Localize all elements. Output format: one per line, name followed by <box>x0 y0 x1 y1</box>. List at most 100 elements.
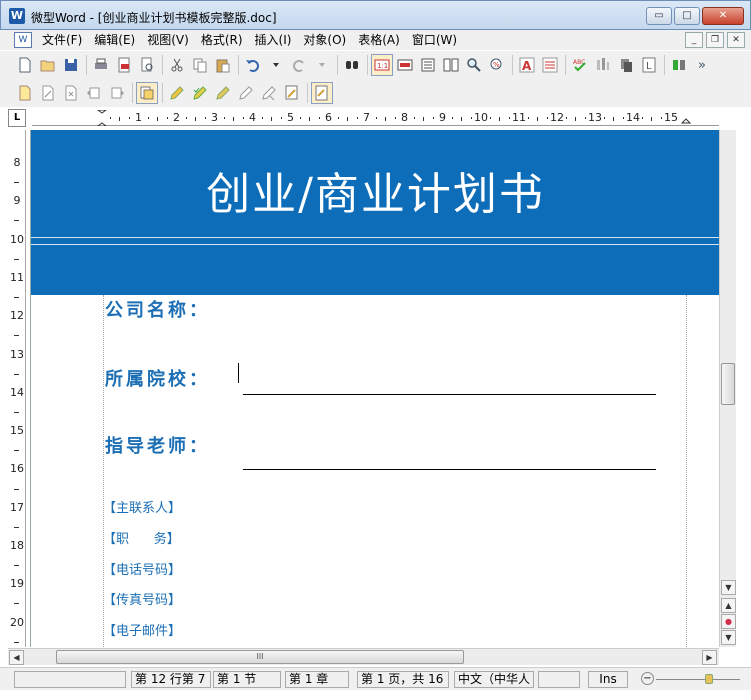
status-line-col: 第 12 行第 7 <box>131 671 211 688</box>
horizontal-ruler[interactable]: 1 2 3 4 5 6 7 8 9 10 11 12 13 14 15 <box>32 110 719 126</box>
vertical-ruler-tick <box>14 565 19 567</box>
ruler-tick <box>423 117 424 121</box>
vertical-ruler-tick <box>14 450 19 452</box>
new-icon[interactable] <box>14 54 36 76</box>
status-insert-mode[interactable]: Ins <box>588 671 628 688</box>
next-note-icon[interactable] <box>106 82 128 104</box>
toolbar-overflow-button[interactable]: » <box>691 54 713 76</box>
zoom-icon[interactable] <box>463 54 485 76</box>
previous-page-button[interactable]: ▲ <box>721 598 736 613</box>
border-icon[interactable]: L <box>638 54 660 76</box>
ruler-tick <box>622 117 624 119</box>
menu-edit[interactable]: 编辑(E) <box>88 30 141 50</box>
page-view-icon[interactable] <box>394 54 416 76</box>
annotate-icon[interactable] <box>14 82 36 104</box>
vertical-ruler[interactable]: 8 9 10 11 12 13 14 15 16 17 18 19 20 <box>8 130 26 647</box>
tab-stop-selector[interactable]: L <box>8 109 26 127</box>
reject-all-icon[interactable] <box>235 82 257 104</box>
shading-icon[interactable] <box>615 54 637 76</box>
ruler-tick <box>584 117 586 119</box>
minimize-button[interactable]: ▭ <box>646 7 672 25</box>
vertical-ruler-tick <box>14 641 19 643</box>
reject-icon[interactable] <box>212 82 234 104</box>
print-icon[interactable] <box>90 54 112 76</box>
svg-text:A: A <box>522 59 532 73</box>
browse-object-button[interactable]: ● <box>721 614 736 629</box>
horizontal-scrollbar[interactable]: ◀ III ▶ <box>8 648 719 665</box>
copy-icon[interactable] <box>189 54 211 76</box>
two-page-icon[interactable] <box>440 54 462 76</box>
next-page-button[interactable]: ▼ <box>721 630 736 645</box>
ruler-tick <box>546 117 548 119</box>
scroll-left-button[interactable]: ◀ <box>9 650 24 665</box>
scroll-down-button[interactable]: ▼ <box>721 580 736 595</box>
ruler-tick <box>271 117 272 121</box>
cut-icon[interactable] <box>166 54 188 76</box>
review-pane-icon[interactable] <box>281 82 303 104</box>
paragraph-icon[interactable] <box>539 54 561 76</box>
accept-icon[interactable] <box>166 82 188 104</box>
menu-object[interactable]: 对象(O) <box>297 30 352 50</box>
document-canvas[interactable]: 创业/商业计划书 公司名称： 所属院校： 指导老师： 【主联系人】 【职 务】 … <box>30 130 719 647</box>
svg-text:%: % <box>493 61 500 69</box>
review-toolbar <box>0 79 751 107</box>
menu-window[interactable]: 窗口(W) <box>406 30 463 50</box>
school-underline[interactable] <box>243 394 656 395</box>
zoom-slider[interactable] <box>656 679 740 680</box>
font-icon[interactable]: A <box>516 54 538 76</box>
status-section: 第 1 节 <box>213 671 281 688</box>
undo-icon[interactable] <box>242 54 264 76</box>
undo-dropdown-icon[interactable] <box>265 54 287 76</box>
review-icon[interactable] <box>258 82 280 104</box>
outline-icon[interactable] <box>417 54 439 76</box>
ruler-tick <box>109 117 111 119</box>
menu-format[interactable]: 格式(R) <box>195 30 249 50</box>
pdf-icon[interactable] <box>113 54 135 76</box>
prev-note-icon[interactable] <box>83 82 105 104</box>
separator <box>132 83 133 103</box>
vertical-ruler-tick <box>14 603 19 605</box>
close-button[interactable]: ✕ <box>702 7 744 25</box>
track-changes-icon[interactable] <box>136 82 158 104</box>
find-icon[interactable] <box>341 54 363 76</box>
zoom-slider-thumb[interactable] <box>705 674 713 684</box>
horizontal-scroll-thumb[interactable]: III <box>56 650 464 664</box>
vertical-scroll-thumb[interactable] <box>721 363 735 405</box>
document-map-icon[interactable] <box>311 82 333 104</box>
zoom-custom-icon[interactable]: % <box>486 54 508 76</box>
print-preview-icon[interactable] <box>136 54 158 76</box>
zoom-page-icon[interactable]: 1:1 <box>371 54 393 76</box>
edit-note-icon[interactable] <box>37 82 59 104</box>
menu-table[interactable]: 表格(A) <box>352 30 406 50</box>
vertical-scrollbar[interactable]: ▼ ▲ ● ▼ <box>719 130 736 647</box>
save-icon[interactable] <box>60 54 82 76</box>
spellcheck-icon[interactable]: ABC <box>569 54 591 76</box>
accept-all-icon[interactable] <box>189 82 211 104</box>
ruler-tick <box>309 117 310 121</box>
zoom-out-button[interactable]: − <box>641 672 654 685</box>
vertical-ruler-number: 19 <box>10 577 24 591</box>
redo-icon[interactable] <box>288 54 310 76</box>
advisor-underline[interactable] <box>243 469 656 470</box>
delete-note-icon[interactable] <box>60 82 82 104</box>
doc-close-button[interactable]: ✕ <box>727 32 745 48</box>
open-icon[interactable] <box>37 54 59 76</box>
menu-view[interactable]: 视图(V) <box>141 30 195 50</box>
menu-insert[interactable]: 插入(I) <box>249 30 298 50</box>
document-icon[interactable]: W <box>14 32 32 48</box>
maximize-button[interactable]: □ <box>674 7 700 25</box>
ruler-tick <box>641 117 643 119</box>
ruler-tick <box>613 117 614 121</box>
doc-minimize-button[interactable]: _ <box>685 32 703 48</box>
menu-file[interactable]: 文件(F) <box>36 30 88 50</box>
company-name-label: 公司名称： <box>105 300 210 321</box>
vertical-ruler-tick <box>14 373 19 375</box>
scroll-right-button[interactable]: ▶ <box>702 650 717 665</box>
vertical-ruler-tick <box>14 182 19 184</box>
redo-dropdown-icon[interactable] <box>311 54 333 76</box>
doc-restore-button[interactable]: ❐ <box>706 32 724 48</box>
columns-icon[interactable] <box>592 54 614 76</box>
paste-icon[interactable] <box>212 54 234 76</box>
separator <box>664 55 665 75</box>
tools-icon[interactable] <box>668 54 690 76</box>
